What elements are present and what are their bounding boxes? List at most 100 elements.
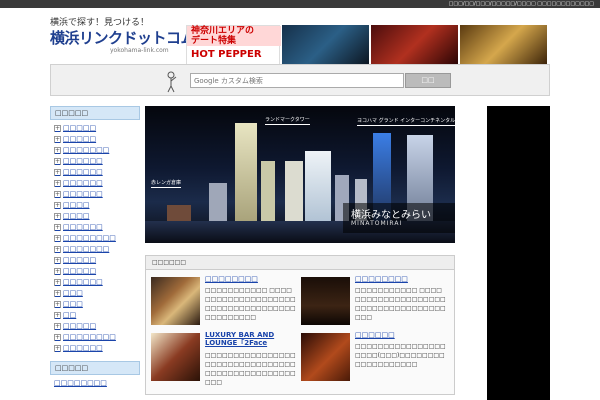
card-thumbnail[interactable] [301,277,350,325]
sidebar-item-label: □□□ [63,289,83,297]
sidebar-item[interactable]: + □□□ [54,288,140,299]
sidebar-item-label: □□□□□□□□ [63,333,116,341]
sidebar-item[interactable]: + □□□□□□□ [54,145,140,156]
plus-icon: + [54,169,61,176]
hero-subtitle: MINATOMIRAI [351,220,403,227]
feature-card: □□□□□□ □□□□□□□□□□□□□□□□□□□□(□□□)□□□□□□□□… [296,330,446,382]
plus-icon: + [54,235,61,242]
hero-title: 横浜みなとみらい [351,210,431,221]
card-description: □□□□□□□□□□□ □□□□□□□□□□□□□□□□□□□□□□□□□□□□… [205,287,296,321]
sidebar-item-label: □□□□ [63,201,90,209]
sidebar-item-label: □□□□□□ [63,168,103,176]
plus-icon: + [54,268,61,275]
sidebar-item[interactable]: + □□□□ [54,200,140,211]
sidebar-item[interactable]: + □□□□□□ [54,343,140,354]
sidebar-list-2: □□□□□□□□ [50,375,140,392]
sidebar-item[interactable]: + □□□□□ [54,134,140,145]
mascot-icon [167,71,177,93]
hero-building [305,151,331,223]
topbar-links[interactable]: □□□/□□/□□□/□□□□□/□□□□ □□□□□□□□□□□□ [449,0,594,8]
sidebar-item-label: □□□□□□□ [63,146,110,154]
plus-icon: + [54,180,61,187]
sidebar-item[interactable]: + □□□□□ [54,123,140,134]
top-bar: □□□/□□/□□□/□□□□□/□□□□ □□□□□□□□□□□□ [0,0,600,8]
sidebar-item-label: □□□ [63,300,83,308]
sidebar-item-label: □□□□□□ [63,223,103,231]
sidebar-item-label: □□□□ [63,212,90,220]
sidebar-item[interactable]: + □□□□□□ [54,277,140,288]
search-input[interactable] [190,73,404,88]
hero-building [285,161,303,223]
plus-icon: + [54,312,61,319]
hero-title-box: 横浜みなとみらい MINATOMIRAI [343,203,455,233]
sidebar-item-label: □□□□□□□□ [63,234,116,242]
sidebar-heading: □□□□□ [50,106,140,120]
card-description: □□□□□□□□□□□□□□□□□□□□□□□□□□□□□□□□□□□□□□□□… [205,352,296,386]
plus-icon: + [54,279,61,286]
card-title[interactable]: LUXURY BAR AND LOUNGE「2Face [205,331,295,347]
sidebar-item[interactable]: + □□□ [54,299,140,310]
card-thumbnail[interactable] [301,333,350,381]
hero-label-hotel: ヨコハマ グランド インターコンチネンタル ホテル [357,118,455,126]
search-area: □□ [50,64,550,96]
sidebar-item[interactable]: + □□□□□□ [54,167,140,178]
sidebar-item[interactable]: + □□□□□□ [54,189,140,200]
sidebar-item-label: □□□□□□□ [63,245,110,253]
logo-name: 横浜リンクドットコム [50,29,196,47]
plus-icon: + [54,290,61,297]
sidebar-item[interactable]: + □□□□□□ [54,178,140,189]
card-title[interactable]: □□□□□□□□ [205,275,295,283]
plus-icon: + [54,158,61,165]
ad-photo-1[interactable] [282,25,369,65]
sidebar-list: + □□□□□ + □□□□□ + □□□□□□□ + □□□□□□ + □□□□□□ +… [50,120,140,357]
hero-image[interactable]: ランドマークタワー ヨコハマ グランド インターコンチネンタル ホテル 赤レンガ… [145,106,455,243]
ad-banner[interactable]: 神奈川エリアの デート特集 HOT PEPPER [186,25,548,65]
site-logo[interactable]: 横浜で探す！見つける！ 横浜リンクドットコム yokohama-link.com [50,18,196,62]
sidebar-item-label: □□ [63,311,77,319]
sidebar-item[interactable]: + □□□□□□ [54,156,140,167]
ad-text-panel[interactable]: 神奈川エリアの デート特集 HOT PEPPER [186,25,281,65]
sidebar-item[interactable]: + □□□□□□ [54,222,140,233]
sidebar-item-label: □□□□□□□□ [54,379,107,387]
ad-photo-2[interactable] [371,25,458,65]
sidebar-item[interactable]: + □□□□□ [54,321,140,332]
sidebar-item[interactable]: + □□□□□ [54,266,140,277]
plus-icon: + [54,334,61,341]
hero-label-left: 赤レンガ倉庫 [151,180,182,188]
hero-building [261,161,275,223]
sidebar-item[interactable]: + □□□□□ [54,255,140,266]
hero-building [235,123,257,223]
sidebar-heading-2: □□□□□ [50,361,140,375]
card-title[interactable]: □□□□□□ [355,331,445,339]
sidebar-item-label: □□□□□□ [63,344,103,352]
sidebar: □□□□□ + □□□□□ + □□□□□ + □□□□□□□ + □□□□□□ + □□… [50,106,140,400]
sidebar-item-label: □□□□□ [63,124,97,132]
sidebar-item-label: □□□□□ [63,135,97,143]
ad-photo-3[interactable] [460,25,547,65]
feature-card: □□□□□□□□ □□□□□□□□□□□ □□□□□□□□□□□□□□□□□□□… [296,274,446,326]
plus-icon: + [54,136,61,143]
sidebar-item[interactable]: + □□ [54,310,140,321]
sidebar-item[interactable]: + □□□□□□□□ [54,332,140,343]
ad-brand: HOT PEPPER [191,49,262,60]
card-thumbnail[interactable] [151,277,200,325]
search-button[interactable]: □□ [405,73,451,88]
card-title[interactable]: □□□□□□□□ [355,275,445,283]
ad-headline: 神奈川エリアの デート特集 [187,26,281,46]
right-ad-column[interactable] [487,106,550,400]
plus-icon: + [54,345,61,352]
logo-tagline: 横浜で探す！見つける！ [50,18,150,28]
sidebar-item[interactable]: + □□□□□□□□ [54,233,140,244]
plus-icon: + [54,323,61,330]
feature-card: □□□□□□□□ □□□□□□□□□□□ □□□□□□□□□□□□□□□□□□□… [146,274,296,326]
sidebar-item[interactable]: □□□□□□□□ [54,378,140,389]
plus-icon: + [54,301,61,308]
sidebar-item-label: □□□□□□ [63,278,103,286]
sidebar-item[interactable]: + □□□□□□□ [54,244,140,255]
hero-building [209,183,227,223]
plus-icon: + [54,213,61,220]
card-thumbnail[interactable] [151,333,200,381]
sidebar-item[interactable]: + □□□□ [54,211,140,222]
feature-card: LUXURY BAR AND LOUNGE「2Face □□□□□□□□□□□□… [146,330,296,386]
card-description: □□□□□□□□□□□□□□□□□□□□(□□□)□□□□□□□□□□□□□□□… [355,343,446,368]
